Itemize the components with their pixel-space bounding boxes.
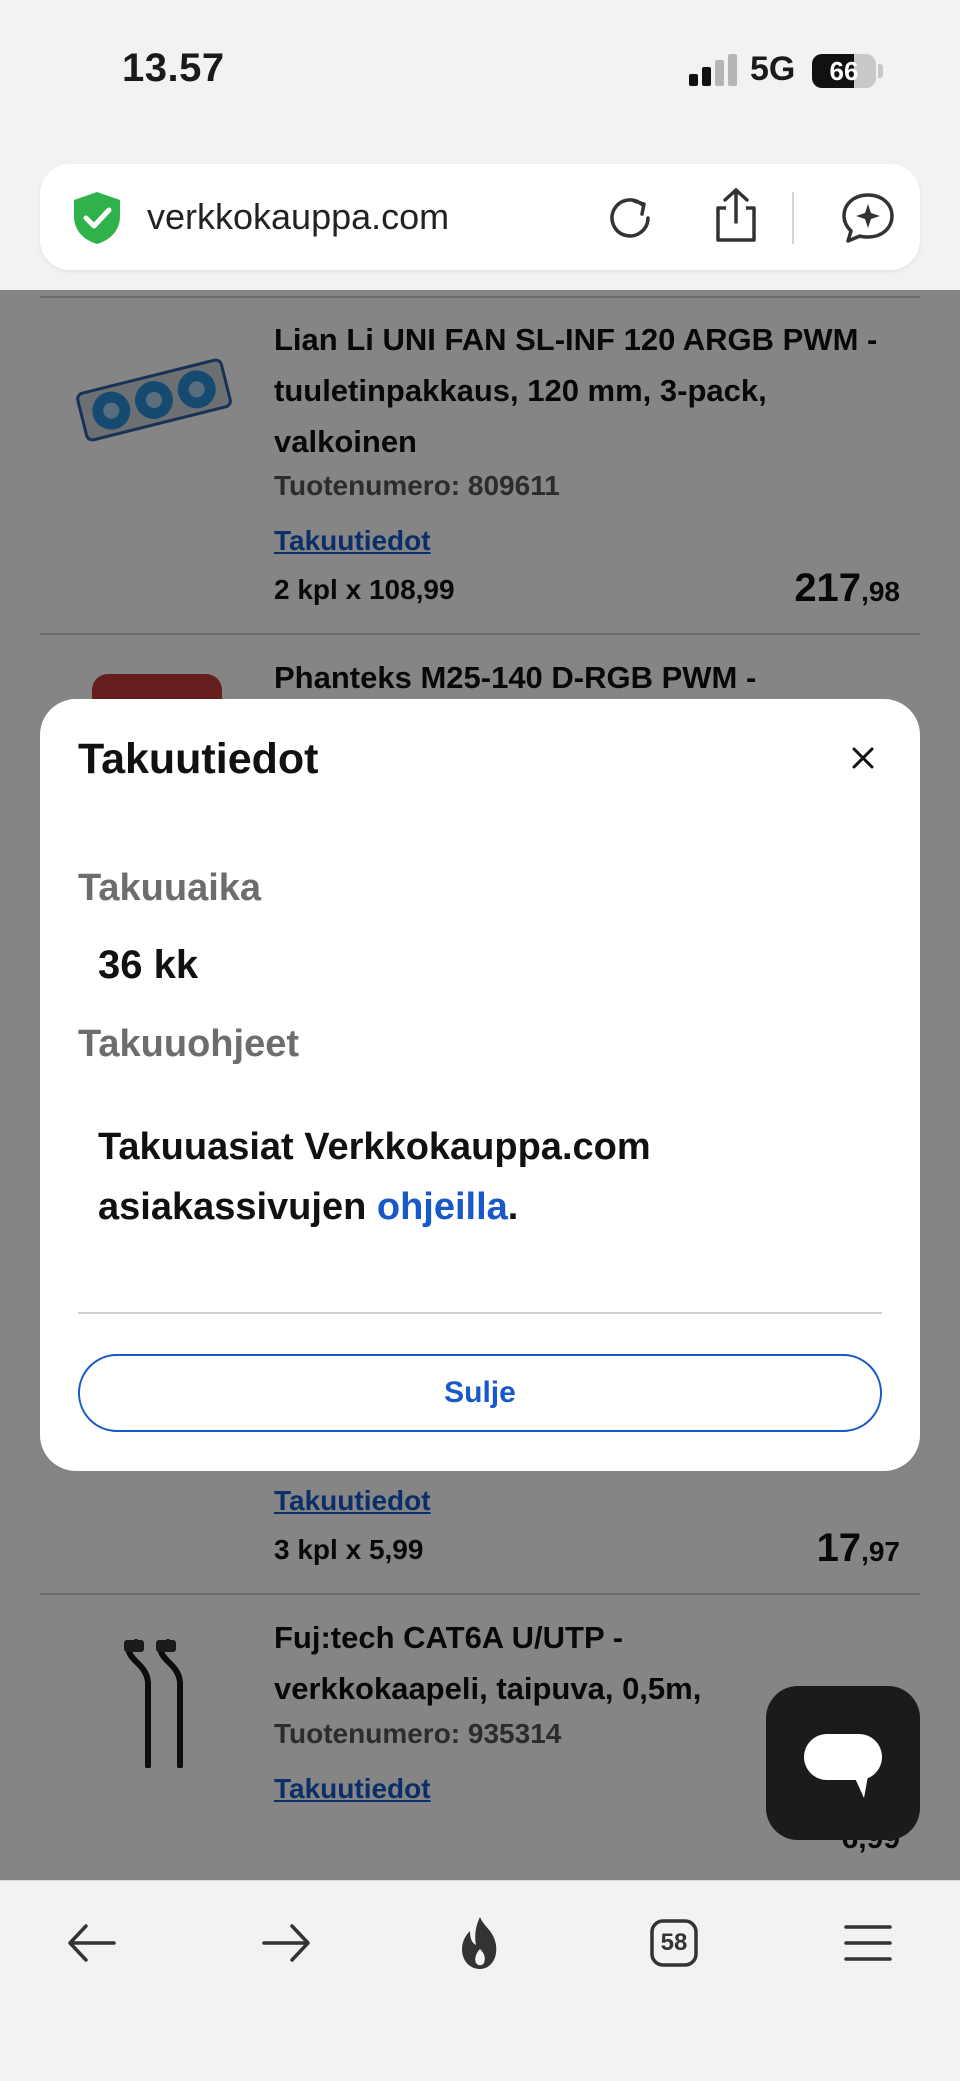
- warranty-modal: Takuutiedot Takuuaika 36 kk Takuuohjeet …: [40, 699, 920, 1471]
- instructions-link[interactable]: ohjeilla: [377, 1186, 508, 1228]
- tabs-icon[interactable]: 58: [644, 1913, 704, 1973]
- back-arrow-icon[interactable]: [62, 1913, 122, 1973]
- flame-icon[interactable]: [450, 1913, 510, 1973]
- warranty-period-label: Takuuaika: [78, 867, 262, 909]
- close-button[interactable]: Sulje: [78, 1354, 882, 1432]
- url-text[interactable]: verkkokauppa.com: [147, 196, 449, 238]
- network-type: 5G: [750, 50, 796, 88]
- address-bar-divider: [792, 192, 794, 244]
- share-icon[interactable]: [710, 186, 762, 244]
- forward-arrow-icon[interactable]: [256, 1913, 316, 1973]
- cellular-signal-icon: [689, 54, 737, 86]
- chat-bubble-icon: [804, 1734, 882, 1798]
- shield-check-icon[interactable]: [70, 190, 124, 246]
- status-time: 13.57: [122, 46, 225, 90]
- modal-divider: [78, 1312, 882, 1314]
- status-bar: 13.57 5G 66: [0, 0, 960, 140]
- reload-icon[interactable]: [604, 192, 656, 244]
- warranty-period-value: 36 kk: [98, 943, 199, 987]
- chat-button[interactable]: [766, 1686, 920, 1840]
- browser-toolbar: 58: [0, 1880, 960, 2081]
- address-bar[interactable]: verkkokauppa.com: [40, 164, 920, 270]
- battery-tip: [878, 64, 883, 78]
- tabs-count: 58: [660, 1929, 688, 1956]
- battery-level: 66: [829, 56, 859, 86]
- warranty-instructions-label: Takuuohjeet: [78, 1023, 299, 1065]
- battery-icon: 66: [812, 54, 876, 88]
- assistant-icon[interactable]: [840, 190, 896, 246]
- menu-icon[interactable]: [838, 1913, 898, 1973]
- warranty-instructions-text: Takuuasiat Verkkokauppa.com asiakassivuj…: [98, 1126, 651, 1228]
- modal-title: Takuutiedot: [78, 735, 319, 783]
- close-icon[interactable]: [848, 743, 878, 773]
